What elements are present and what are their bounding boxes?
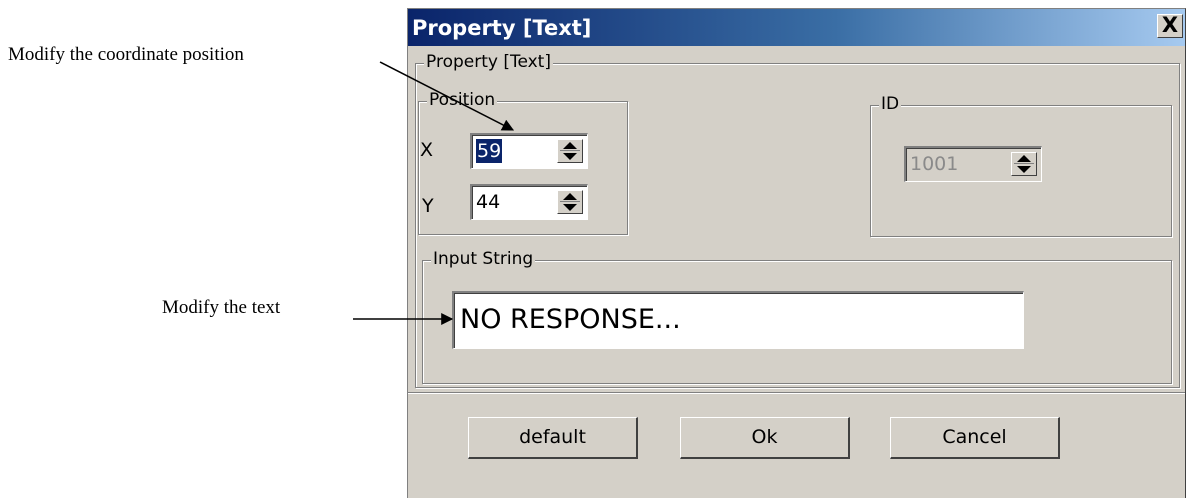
- callout-arrows: [353, 61, 515, 325]
- coordinate-arrow: [379, 61, 515, 131]
